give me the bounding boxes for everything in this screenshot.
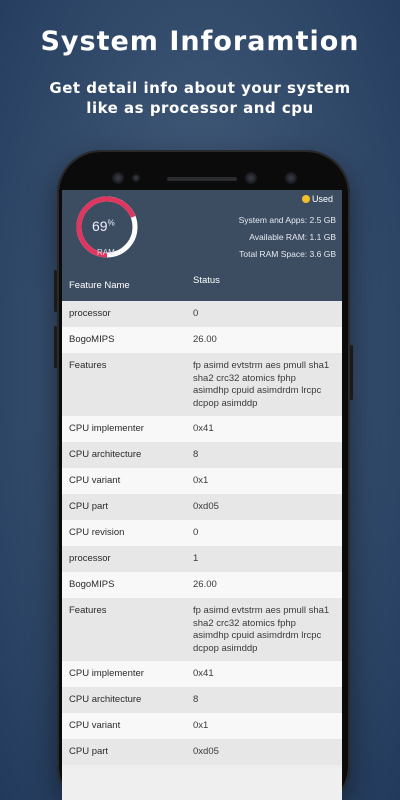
status-cell: 0x41 xyxy=(193,668,214,679)
feature-name-cell: Features xyxy=(69,360,107,371)
table-row[interactable]: Features fp asimd evtstrm aes pmull sha1 … xyxy=(62,598,342,661)
status-cell: 0xd05 xyxy=(193,501,219,512)
promo-title: System Inforamtion xyxy=(40,26,360,57)
sensor-icon xyxy=(132,174,140,182)
phone-left-button-2 xyxy=(54,326,57,368)
status-cell: 0 xyxy=(193,527,199,538)
table-row[interactable]: CPU part 0xd05 xyxy=(62,494,342,520)
used-legend-dot xyxy=(302,195,310,203)
table-row[interactable]: BogoMIPS 26.00 xyxy=(62,572,342,598)
feature-name-cell: CPU revision xyxy=(69,527,125,538)
table-row[interactable]: CPU implementer 0x41 xyxy=(62,661,342,687)
status-cell: 0 xyxy=(193,308,199,319)
promo-subtitle-line-2: like as processor and cpu xyxy=(86,99,314,117)
ram-label: RAM xyxy=(97,248,115,257)
phone-top-bezel xyxy=(57,150,350,192)
table-row[interactable]: processor 0 xyxy=(62,301,342,327)
feature-name-cell: CPU implementer xyxy=(69,668,144,679)
table-header: Feature Name Status xyxy=(62,265,342,301)
status-cell: 26.00 xyxy=(193,579,217,590)
feature-name-cell: CPU architecture xyxy=(69,694,142,705)
table-row[interactable]: CPU part 0xd05 xyxy=(62,739,342,765)
feature-name-cell: CPU architecture xyxy=(69,449,142,460)
header-status: Status xyxy=(193,275,220,286)
stat-total-ram: Total RAM Space: 3.6 GB xyxy=(239,249,336,259)
stat-system-apps: System and Apps: 2.5 GB xyxy=(238,215,336,225)
header-feature-name: Feature Name xyxy=(69,280,130,291)
camera-icon xyxy=(112,172,124,184)
table-row[interactable]: processor 1 xyxy=(62,546,342,572)
status-cell: 0x1 xyxy=(193,475,209,486)
status-cell: 1 xyxy=(193,553,199,564)
phone-right-button xyxy=(350,345,353,400)
table-row[interactable]: CPU variant 0x1 xyxy=(62,468,342,494)
status-cell: 0x1 xyxy=(193,720,209,731)
status-cell: 0x41 xyxy=(193,423,214,434)
status-cell: 0xd05 xyxy=(193,746,219,757)
table-row[interactable]: CPU variant 0x1 xyxy=(62,713,342,739)
ram-percent: 69% xyxy=(92,218,115,234)
feature-name-cell: BogoMIPS xyxy=(69,579,115,590)
table-row[interactable]: CPU architecture 8 xyxy=(62,442,342,468)
feature-name-cell: processor xyxy=(69,308,111,319)
table-row[interactable]: CPU implementer 0x41 xyxy=(62,416,342,442)
feature-name-cell: processor xyxy=(69,553,111,564)
status-cell: fp asimd evtstrm aes pmull sha1 sha2 crc… xyxy=(193,605,330,654)
status-cell: 26.00 xyxy=(193,334,217,345)
promo-subtitle: Get detail info about your system like a… xyxy=(20,78,380,118)
speaker-grille xyxy=(167,177,237,181)
status-cell: fp asimd evtstrm aes pmull sha1 sha2 crc… xyxy=(193,360,330,409)
phone-frame: 69% RAM Used System and Apps: 2.5 GB Ava… xyxy=(54,150,353,800)
app-screen[interactable]: 69% RAM Used System and Apps: 2.5 GB Ava… xyxy=(62,190,342,800)
table-row[interactable]: BogoMIPS 26.00 xyxy=(62,327,342,353)
feature-table[interactable]: processor 0 BogoMIPS 26.00 Features fp asimd … xyxy=(62,301,342,765)
used-legend: Used xyxy=(302,194,333,204)
stat-available-ram: Available RAM: 1.1 GB xyxy=(249,232,336,242)
ram-summary-header: 69% RAM Used System and Apps: 2.5 GB Ava… xyxy=(62,190,342,265)
status-cell: 8 xyxy=(193,449,199,460)
table-row[interactable]: CPU architecture 8 xyxy=(62,687,342,713)
phone-left-button-1 xyxy=(54,270,57,312)
promo-subtitle-line-1: Get detail info about your system xyxy=(49,79,351,97)
table-row[interactable]: Features fp asimd evtstrm aes pmull sha1 … xyxy=(62,353,342,416)
feature-name-cell: CPU implementer xyxy=(69,423,144,434)
used-legend-label: Used xyxy=(312,194,334,204)
iris-scanner-icon xyxy=(245,172,257,184)
feature-name-cell: CPU part xyxy=(69,746,109,757)
feature-name-cell: BogoMIPS xyxy=(69,334,115,345)
feature-name-cell: CPU variant xyxy=(69,475,121,486)
feature-name-cell: CPU variant xyxy=(69,720,121,731)
feature-name-cell: CPU part xyxy=(69,501,109,512)
table-row[interactable]: CPU revision 0 xyxy=(62,520,342,546)
front-camera-icon xyxy=(285,172,297,184)
status-cell: 8 xyxy=(193,694,199,705)
feature-name-cell: Features xyxy=(69,605,107,616)
